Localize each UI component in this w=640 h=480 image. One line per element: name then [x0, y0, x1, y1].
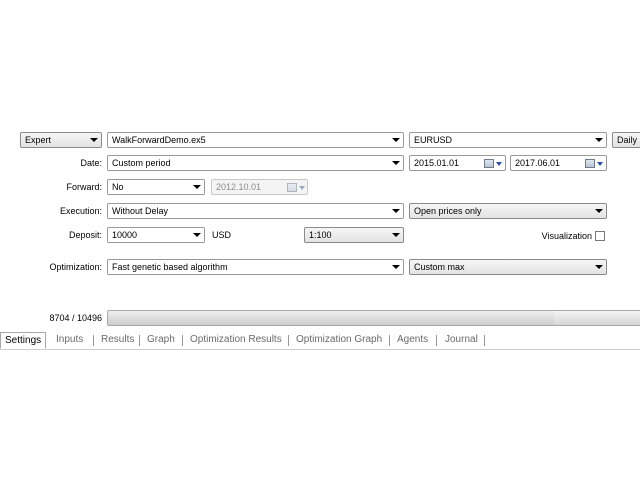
model-value: Open prices only [414, 206, 482, 216]
period-dropdown[interactable]: Daily [612, 132, 640, 148]
chevron-down-icon [90, 138, 98, 142]
date-to-picker[interactable]: 2017.06.01 [510, 155, 607, 171]
date-from-picker[interactable]: 2015.01.01 [409, 155, 506, 171]
tab-separator [139, 335, 140, 346]
chevron-down-icon [496, 162, 502, 166]
tab-strip-line [0, 349, 640, 350]
expert-file-dropdown[interactable]: WalkForwardDemo.ex5 [107, 132, 404, 148]
visualization-label: Visualization [541, 231, 592, 241]
calendar-icon[interactable] [585, 159, 595, 168]
leverage-dropdown[interactable]: 1:100 [304, 227, 404, 243]
tab-separator [484, 335, 485, 346]
expert-type-dropdown[interactable]: Expert [20, 132, 102, 148]
forward-value: No [112, 182, 124, 192]
deposit-label: Deposit: [68, 230, 102, 240]
date-mode-dropdown[interactable]: Custom period [107, 155, 404, 171]
symbol-value: EURUSD [414, 135, 453, 145]
tab-optimization-graph[interactable]: Optimization Graph [296, 334, 382, 348]
date-mode-value: Custom period [112, 158, 171, 168]
chevron-down-icon [595, 138, 603, 142]
execution-dropdown[interactable]: Without Delay [107, 203, 404, 219]
progress-count: 8704 / 10496 [49, 313, 102, 323]
tab-separator [93, 335, 94, 346]
chevron-down-icon [595, 265, 603, 269]
criterion-value: Custom max [414, 262, 465, 272]
chevron-down-icon [392, 161, 400, 165]
tab-results[interactable]: Results [101, 334, 134, 348]
chevron-down-icon [597, 162, 603, 166]
period-value: Daily [617, 135, 638, 145]
optimization-value: Fast genetic based algorithm [112, 262, 228, 272]
execution-label: Execution: [59, 206, 102, 216]
deposit-value: 10000 [112, 230, 138, 240]
tab-settings[interactable]: Settings [0, 332, 47, 349]
tester-tabs: Settings Inputs Results Graph Optimizati… [0, 332, 640, 350]
tab-graph[interactable]: Graph [147, 334, 175, 348]
tab-journal[interactable]: Journal [445, 334, 478, 348]
deposit-currency: USD [212, 230, 232, 240]
symbol-dropdown[interactable]: EURUSD [409, 132, 607, 148]
tab-separator [182, 335, 183, 346]
calendar-icon[interactable] [484, 159, 494, 168]
visualization-checkbox[interactable] [595, 231, 605, 241]
chevron-down-icon [392, 233, 400, 237]
chevron-down-icon [392, 209, 400, 213]
progress-fill [108, 311, 555, 325]
date-from-value: 2015.01.01 [414, 158, 460, 168]
forward-date-value: 2012.10.01 [216, 182, 262, 192]
forward-dropdown[interactable]: No [107, 179, 205, 195]
optimization-label: Optimization: [49, 262, 102, 272]
calendar-icon [287, 183, 297, 192]
forward-label: Forward: [66, 182, 102, 192]
tab-inputs[interactable]: Inputs [56, 334, 83, 348]
model-dropdown[interactable]: Open prices only [409, 203, 607, 219]
tab-optimization-results[interactable]: Optimization Results [190, 334, 282, 348]
tab-agents[interactable]: Agents [397, 334, 428, 348]
chevron-down-icon [392, 138, 400, 142]
chevron-down-icon [193, 185, 201, 189]
optimization-progress-bar [107, 310, 640, 326]
chevron-down-icon [595, 209, 603, 213]
tab-separator [288, 335, 289, 346]
deposit-dropdown[interactable]: 10000 [107, 227, 205, 243]
expert-type-value: Expert [25, 135, 52, 145]
tab-separator [389, 335, 390, 346]
leverage-value: 1:100 [309, 230, 332, 240]
date-label: Date: [80, 158, 102, 168]
chevron-down-icon [392, 265, 400, 269]
optimization-dropdown[interactable]: Fast genetic based algorithm [107, 259, 404, 275]
tab-separator [436, 335, 437, 346]
expert-file-value: WalkForwardDemo.ex5 [112, 135, 206, 145]
date-to-value: 2017.06.01 [515, 158, 561, 168]
chevron-down-icon [299, 186, 305, 190]
criterion-dropdown[interactable]: Custom max [409, 259, 607, 275]
forward-date-picker[interactable]: 2012.10.01 [211, 179, 308, 195]
chevron-down-icon [193, 233, 201, 237]
execution-value: Without Delay [112, 206, 169, 216]
